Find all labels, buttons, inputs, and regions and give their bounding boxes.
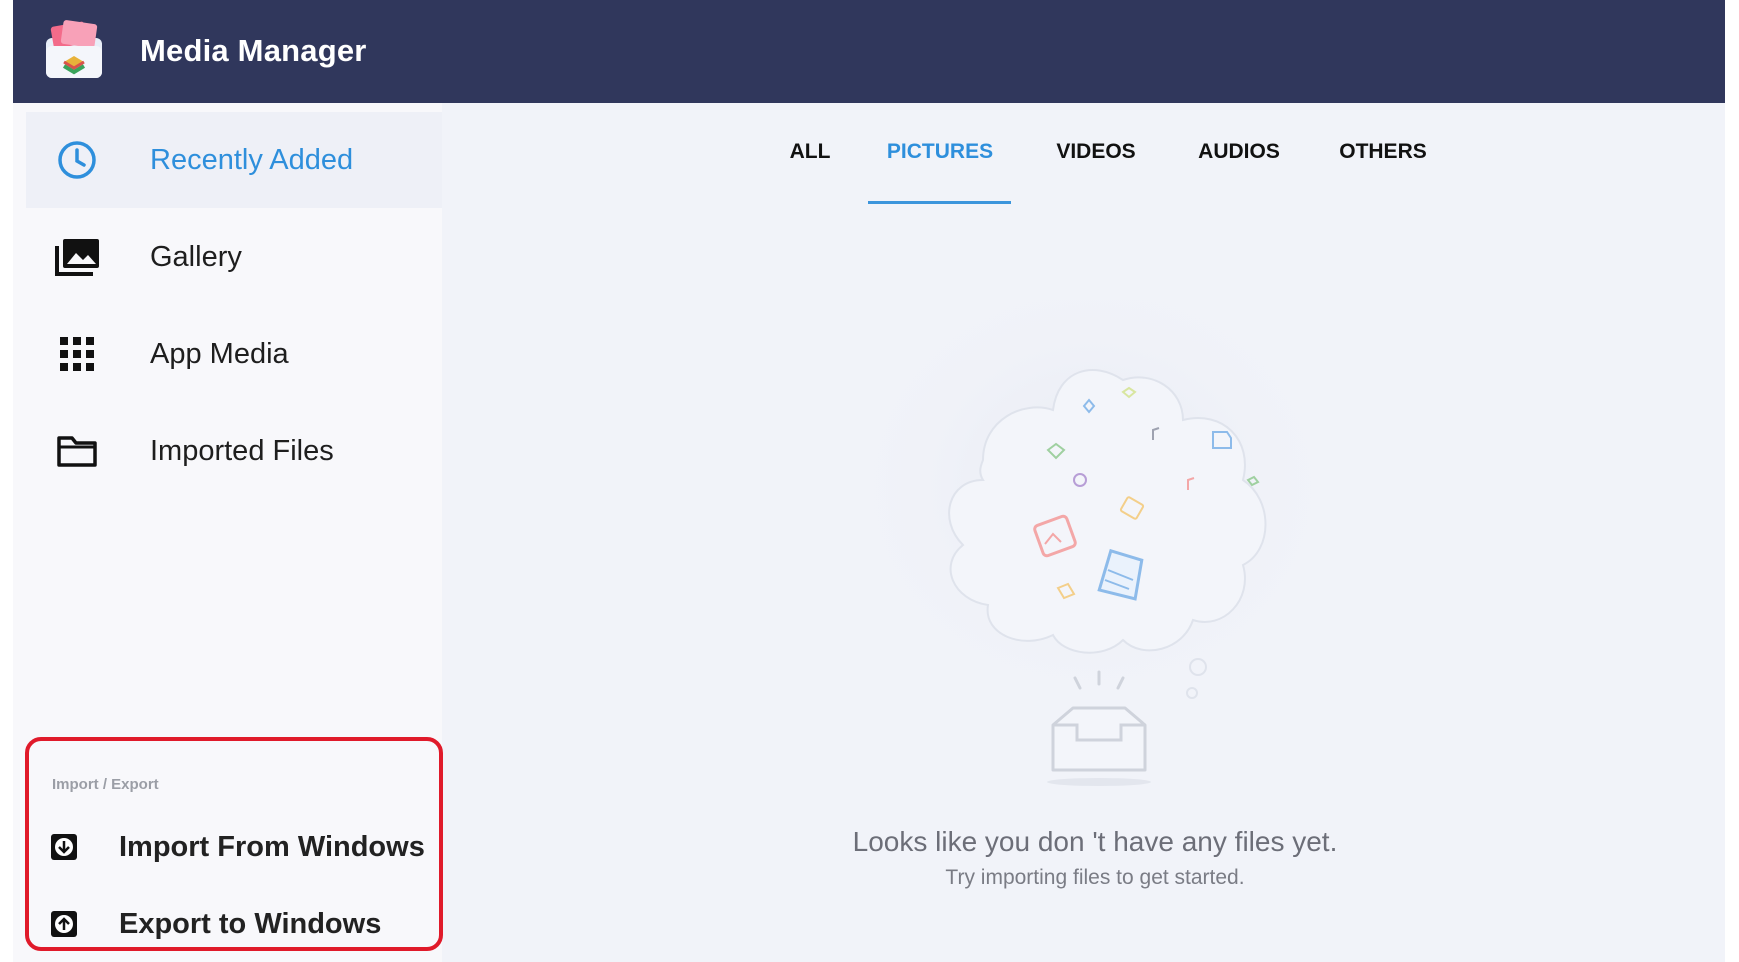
sidebar-item-label: App Media — [150, 337, 289, 370]
empty-state-title: Looks like you don 't have any files yet… — [852, 826, 1338, 857]
export-icon — [49, 909, 79, 939]
import-from-windows-label: Import From Windows — [119, 830, 425, 863]
sidebar-item-label: Gallery — [150, 240, 242, 273]
export-to-windows-label: Export to Windows — [119, 907, 382, 940]
tab-others[interactable]: OTHERS — [1323, 140, 1443, 164]
empty-state-subtitle: Try importing files to get started. — [945, 866, 1245, 889]
sidebar-item-gallery[interactable]: Gallery — [26, 209, 442, 305]
gallery-icon — [52, 232, 102, 282]
media-manager-logo — [46, 20, 102, 78]
active-tab-indicator — [868, 201, 1011, 204]
tab-all[interactable]: ALL — [775, 140, 845, 164]
tab-audios[interactable]: AUDIOS — [1181, 140, 1297, 164]
sidebar-item-app-media[interactable]: App Media — [26, 306, 442, 402]
sidebar-item-imported-files[interactable]: Imported Files — [26, 403, 442, 499]
export-to-windows-button[interactable]: Export to Windows — [49, 899, 429, 949]
sidebar-item-label: Recently Added — [150, 143, 354, 176]
grid-icon — [52, 329, 102, 379]
sidebar-item-label: Imported Files — [150, 434, 334, 467]
folder-icon — [52, 426, 102, 476]
tab-pictures[interactable]: PICTURES — [874, 140, 1006, 164]
app-title: Media Manager — [140, 33, 367, 68]
import-export-header: Import / Export — [52, 776, 159, 793]
clock-icon — [52, 135, 102, 185]
tab-videos[interactable]: VIDEOS — [1041, 140, 1151, 164]
media-manager-window: Media Manager Recently Added Gallery App… — [13, 0, 1725, 962]
import-icon — [49, 832, 79, 862]
app-header: Media Manager — [13, 0, 1725, 103]
empty-inbox-cloud-illustration — [833, 300, 1353, 786]
sidebar-item-recently-added[interactable]: Recently Added — [26, 112, 442, 208]
import-from-windows-button[interactable]: Import From Windows — [49, 822, 429, 872]
